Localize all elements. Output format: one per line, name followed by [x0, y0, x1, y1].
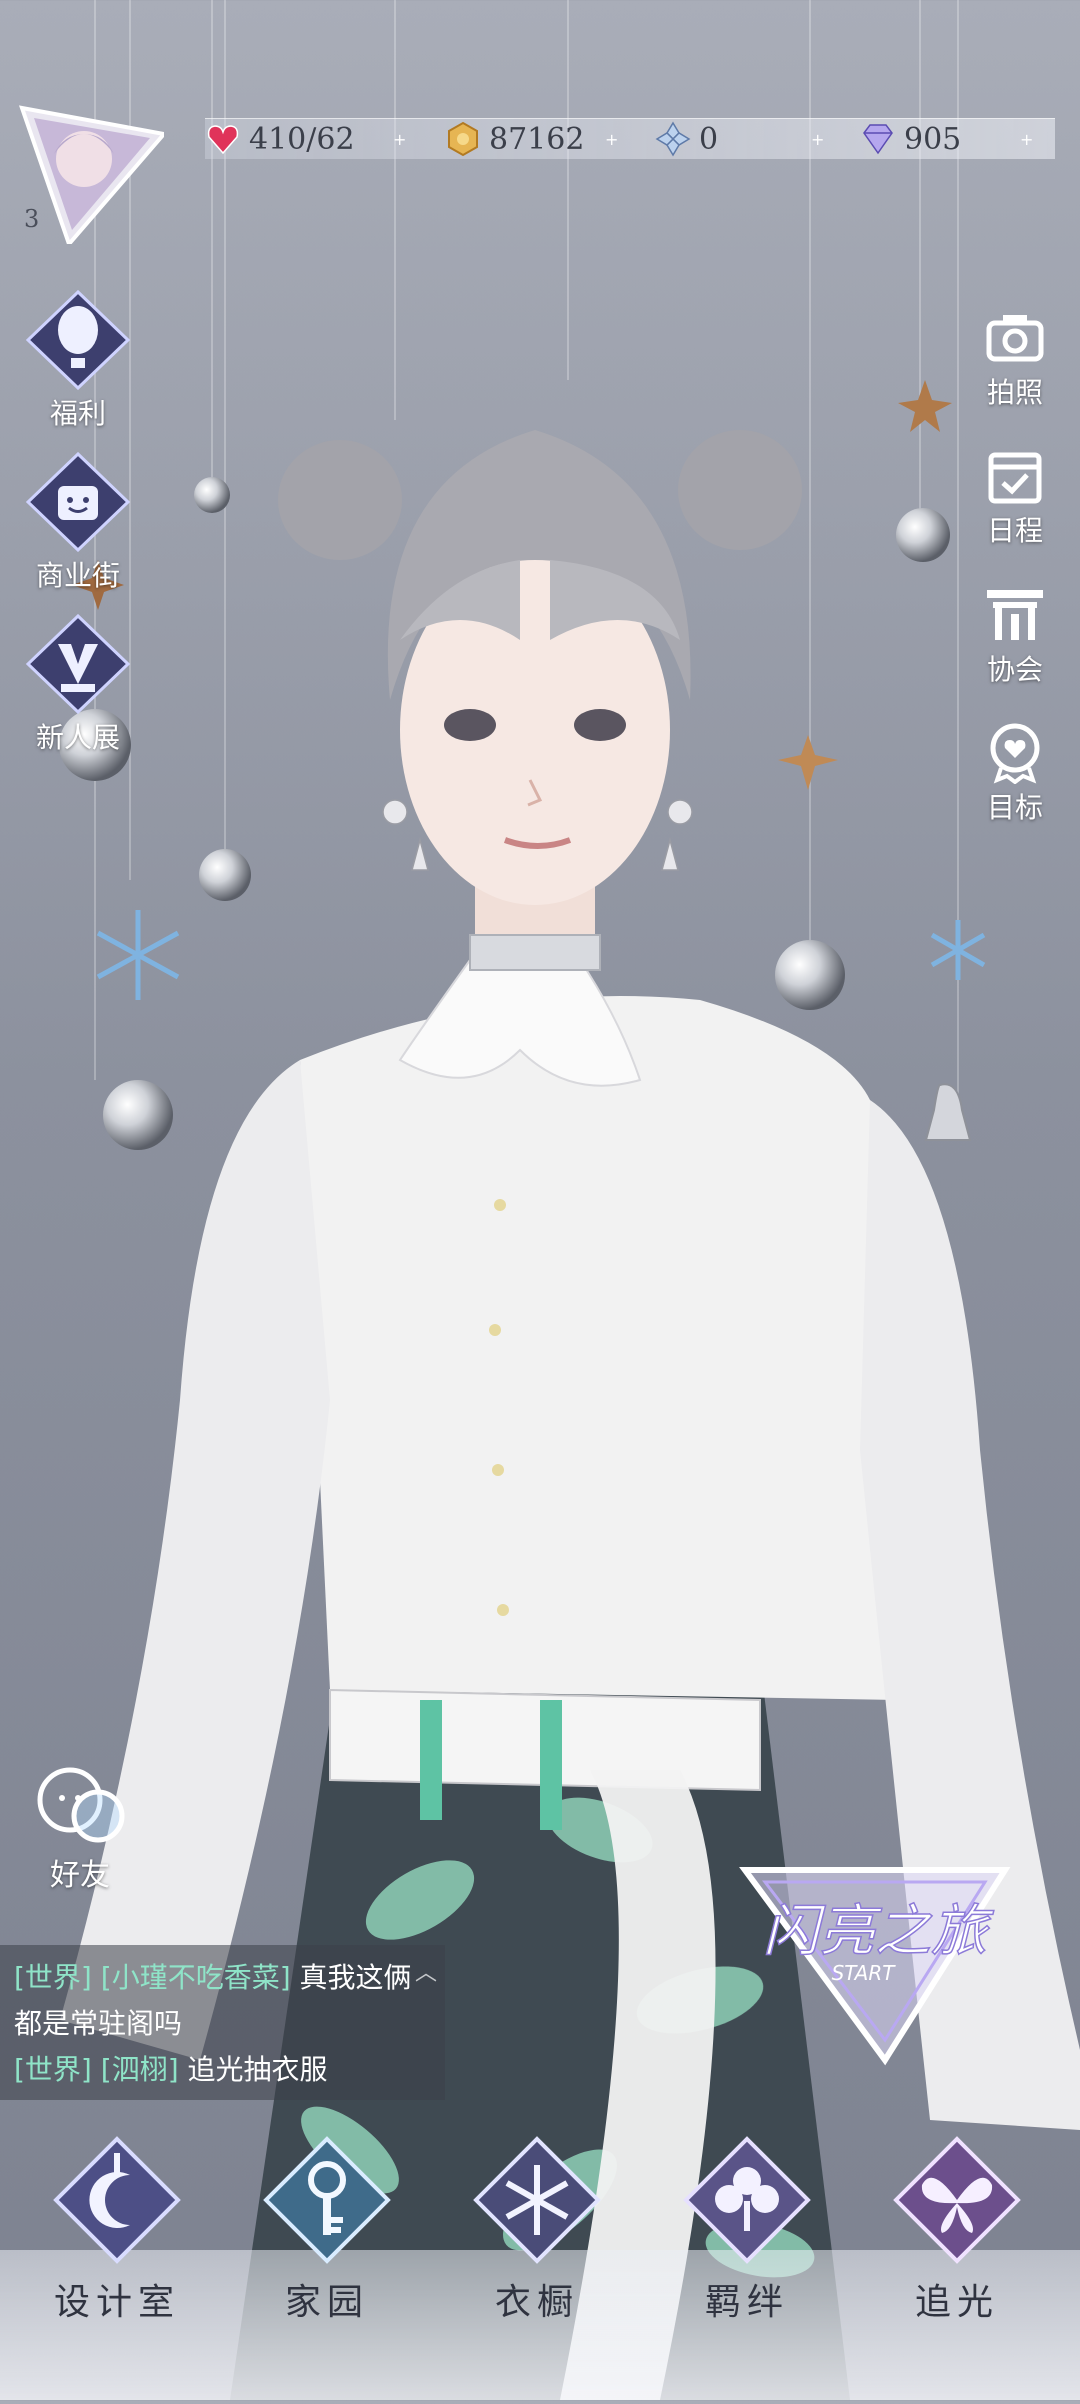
crystal-add-button[interactable]: +: [811, 119, 824, 159]
stamina-value: 410/62: [249, 121, 355, 157]
resource-diamond[interactable]: 905: [860, 119, 961, 159]
nav-home-label: 家园: [284, 2282, 369, 2323]
friends-button[interactable]: 好友: [20, 1760, 140, 1894]
menu-photo-label: 拍照: [986, 376, 1043, 409]
stamina-add-button[interactable]: +: [393, 119, 406, 159]
menu-schedule-label: 日程: [986, 514, 1043, 547]
moon-pen-icon: [53, 2136, 181, 2264]
chat-text: 真我这俩: [299, 1961, 412, 1994]
menu-welfare[interactable]: 福利: [8, 290, 148, 432]
menu-welfare-label: 福利: [49, 397, 106, 430]
nav-chasing-light-label: 追光: [914, 2282, 999, 2323]
chat-nickname[interactable]: [小瑾不吃香菜]: [101, 1961, 291, 1994]
journey-title: 闪亮之旅: [763, 1899, 994, 1964]
menu-photo[interactable]: 拍照: [945, 305, 1080, 411]
chat-text: 追光抽衣服: [187, 2053, 328, 2086]
nav-wardrobe-label: 衣橱: [494, 2282, 579, 2323]
shopping-bag-icon: [25, 452, 131, 552]
world-chat-box[interactable]: [世界] [小瑾不吃香菜] 真我这俩 都是常驻阁吗 [世界] [泗栩] 追光抽衣…: [0, 1945, 445, 2100]
menu-association[interactable]: 协会: [945, 582, 1080, 688]
nav-design-studio[interactable]: 设计室: [42, 2135, 192, 2325]
menu-shopping-street[interactable]: 商业街: [8, 452, 148, 594]
chat-message-2: [世界] [泗栩] 追光抽衣服: [14, 2047, 431, 2093]
camera-icon: [986, 315, 1044, 362]
gold-coin-icon: [448, 121, 478, 157]
journey-triangle-icon: 闪亮之旅 START: [739, 1867, 1011, 2066]
chat-text-continued: 都是常驻阁吗: [14, 2007, 183, 2040]
chat-channel: [世界]: [14, 2053, 92, 2086]
player-level: 3: [24, 205, 40, 233]
menu-shopping-street-label: 商业街: [35, 559, 120, 592]
balloon-icon: [25, 290, 131, 390]
nav-chasing-light[interactable]: 追光: [882, 2135, 1032, 2325]
journey-start-label: START: [832, 1961, 897, 1985]
menu-goals[interactable]: 目标: [945, 720, 1080, 826]
clover-icon: [683, 2136, 811, 2264]
menu-newcomer-show[interactable]: 新人展: [8, 614, 148, 756]
gate-icon: [987, 590, 1043, 640]
nav-design-studio-label: 设计室: [53, 2282, 180, 2323]
chat-nickname[interactable]: [泗栩]: [101, 2053, 179, 2086]
chat-channel: [世界]: [14, 1961, 92, 1994]
nav-bonds-label: 羁绊: [704, 2282, 789, 2323]
nav-bonds[interactable]: 羁绊: [672, 2135, 822, 2325]
snowflake-gem-icon: [473, 2136, 601, 2264]
menu-goals-label: 目标: [986, 791, 1043, 824]
gold-add-button[interactable]: +: [605, 119, 618, 159]
menu-association-label: 协会: [986, 653, 1043, 686]
diamond-icon: [863, 124, 893, 155]
resource-bar: 410/62 + 87162 + 0 + 905 +: [205, 118, 1055, 159]
heart-stamina-icon: [207, 125, 239, 155]
resource-gold[interactable]: 87162: [445, 119, 584, 159]
nav-home[interactable]: 家园: [252, 2135, 402, 2325]
resource-stamina[interactable]: 410/62: [205, 119, 355, 159]
resource-crystal[interactable]: 0: [655, 119, 718, 159]
butterfly-icon: [893, 2136, 1021, 2264]
nav-wardrobe[interactable]: 衣橱: [462, 2135, 612, 2325]
menu-schedule[interactable]: 日程: [945, 443, 1080, 549]
crystal-flower-icon: [655, 121, 691, 157]
shining-journey-button[interactable]: 闪亮之旅 START: [735, 1850, 1015, 2070]
chat-expand-icon[interactable]: ︿: [415, 1951, 437, 1997]
key-icon: [263, 2136, 391, 2264]
trophy-icon: [25, 614, 131, 714]
chat-message-1: [世界] [小瑾不吃香菜] 真我这俩 都是常驻阁吗: [14, 1955, 431, 2047]
friends-label: 好友: [50, 1858, 110, 1893]
target-badge-icon: [990, 723, 1040, 784]
diamond-add-button[interactable]: +: [1020, 119, 1033, 159]
menu-newcomer-show-label: 新人展: [35, 721, 120, 754]
crystal-value: 0: [699, 121, 719, 157]
friends-bubble-icon: [37, 1767, 125, 1843]
diamond-value: 905: [904, 121, 962, 157]
gold-value: 87162: [489, 121, 585, 157]
calendar-check-icon: [988, 452, 1042, 504]
